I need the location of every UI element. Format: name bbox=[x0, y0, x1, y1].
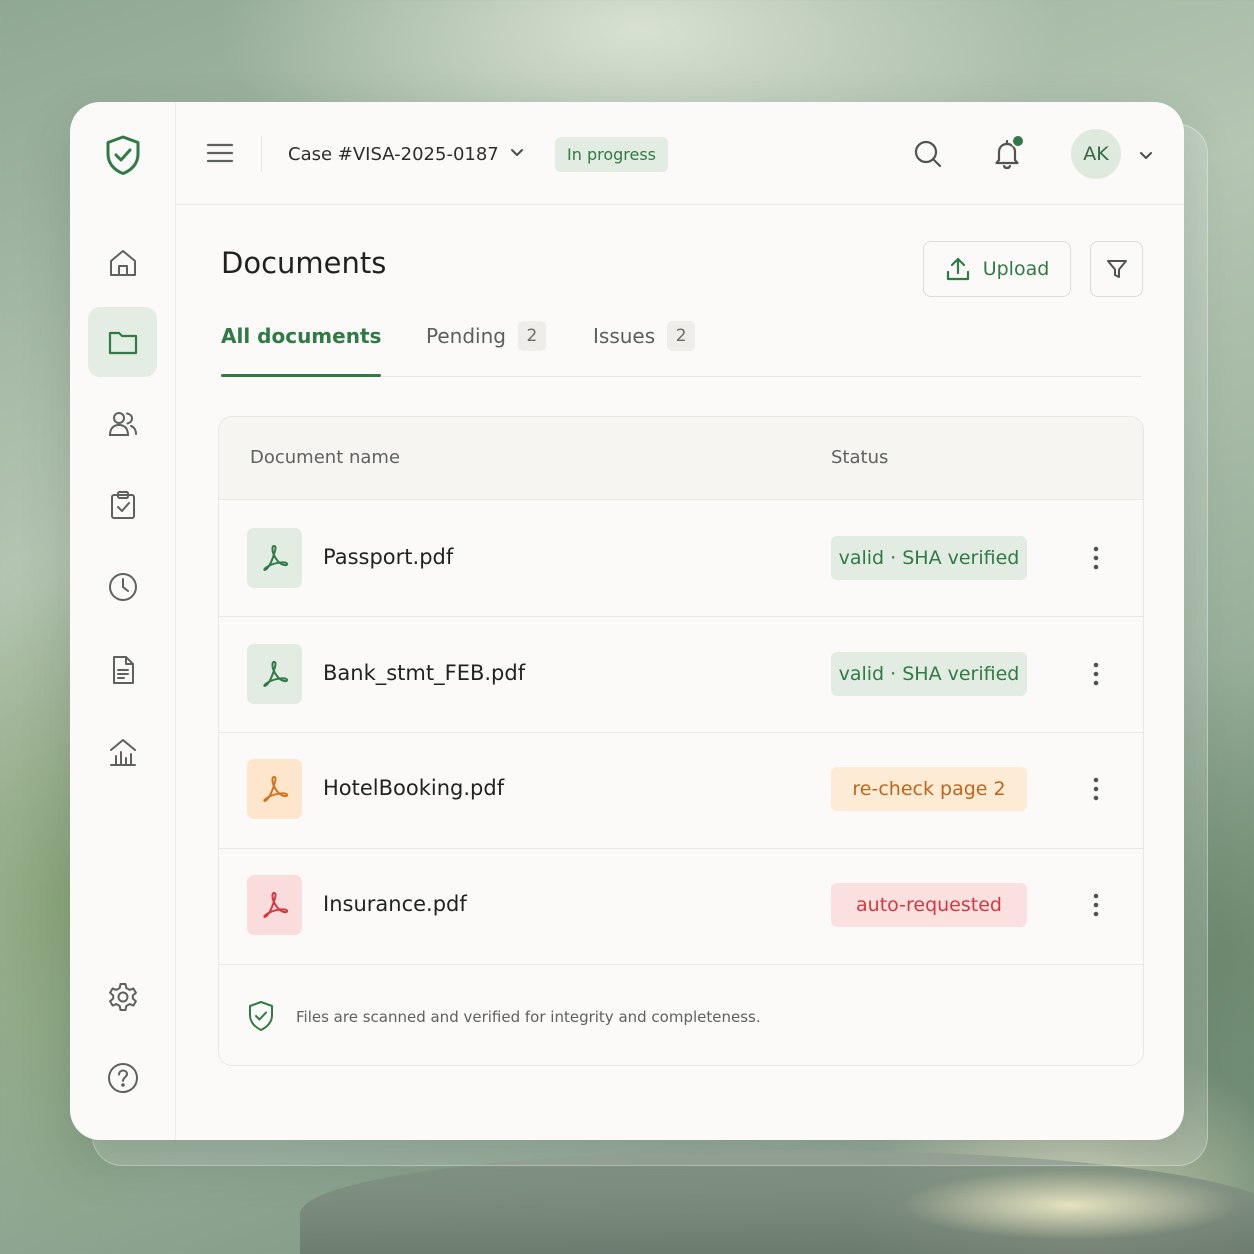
integrity-note: Files are scanned and verified for integ… bbox=[296, 1008, 761, 1026]
table-row[interactable]: Insurance.pdf auto-requested bbox=[219, 848, 1143, 965]
document-name[interactable]: Bank_stmt_FEB.pdf bbox=[323, 661, 525, 685]
chevron-down-icon bbox=[509, 144, 525, 165]
account-menu-button[interactable] bbox=[1137, 146, 1155, 164]
users-icon bbox=[107, 408, 139, 440]
tab-count-badge: 2 bbox=[667, 321, 696, 351]
pdf-file-icon bbox=[247, 759, 302, 819]
upload-icon bbox=[945, 256, 971, 282]
divider bbox=[261, 136, 262, 172]
document-tabs: All documents Pending 2 Issues 2 bbox=[221, 314, 1141, 377]
menu-button[interactable] bbox=[205, 138, 235, 168]
tab-count-badge: 2 bbox=[517, 321, 546, 351]
status-badge: auto-requested bbox=[831, 883, 1027, 927]
more-vertical-icon bbox=[1093, 546, 1099, 570]
sidebar-item-reports[interactable] bbox=[88, 635, 157, 705]
case-label: Case #VISA-2025-0187 bbox=[288, 143, 499, 165]
document-name[interactable]: Passport.pdf bbox=[323, 545, 453, 569]
pdf-file-icon bbox=[247, 644, 302, 704]
row-actions-button[interactable] bbox=[1085, 775, 1107, 803]
sidebar-item-tasks[interactable] bbox=[88, 470, 157, 540]
case-status-badge: In progress bbox=[555, 137, 669, 172]
more-vertical-icon bbox=[1093, 893, 1099, 917]
chart-house-icon bbox=[107, 736, 139, 768]
table-header: Document name Status bbox=[219, 417, 1143, 500]
table-footer: Files are scanned and verified for integ… bbox=[219, 964, 1143, 1064]
sidebar-item-settings[interactable] bbox=[88, 962, 157, 1032]
folder-icon bbox=[107, 326, 139, 358]
row-actions-button[interactable] bbox=[1085, 544, 1107, 572]
avatar[interactable]: AK bbox=[1071, 129, 1121, 179]
search-button[interactable] bbox=[912, 138, 944, 170]
documents-table: Document name Status Passport.pdf valid … bbox=[218, 416, 1144, 1066]
document-name[interactable]: HotelBooking.pdf bbox=[323, 776, 504, 800]
row-actions-button[interactable] bbox=[1085, 891, 1107, 919]
status-badge: valid · SHA verified bbox=[831, 652, 1027, 696]
background-light bbox=[900, 1170, 1240, 1240]
table-row[interactable]: Bank_stmt_FEB.pdf valid · SHA verified bbox=[219, 616, 1143, 733]
more-vertical-icon bbox=[1093, 662, 1099, 686]
upload-button[interactable]: Upload bbox=[923, 241, 1071, 297]
tab-issues[interactable]: Issues 2 bbox=[593, 321, 696, 376]
document-name[interactable]: Insurance.pdf bbox=[323, 892, 467, 916]
column-header-status: Status bbox=[831, 447, 889, 468]
sidebar bbox=[70, 102, 176, 1140]
pdf-file-icon bbox=[247, 528, 302, 588]
file-text-icon bbox=[107, 654, 139, 686]
column-header-name: Document name bbox=[250, 447, 401, 468]
sidebar-item-help[interactable] bbox=[88, 1043, 157, 1113]
notification-dot bbox=[1011, 134, 1025, 148]
table-row[interactable]: HotelBooking.pdf re-check page 2 bbox=[219, 732, 1143, 849]
sidebar-item-analytics[interactable] bbox=[88, 717, 157, 787]
page-title: Documents bbox=[221, 246, 387, 280]
hamburger-icon bbox=[205, 143, 235, 172]
shield-check-icon bbox=[247, 1000, 275, 1032]
tab-label: Issues bbox=[593, 324, 656, 348]
sidebar-item-people[interactable] bbox=[88, 389, 157, 459]
tab-all-documents[interactable]: All documents bbox=[221, 324, 382, 377]
help-icon bbox=[107, 1062, 139, 1094]
filter-button[interactable] bbox=[1090, 241, 1143, 297]
sidebar-item-documents[interactable] bbox=[88, 307, 157, 377]
pdf-file-icon bbox=[247, 875, 302, 935]
shield-logo-icon bbox=[104, 134, 142, 176]
top-bar: Case #VISA-2025-0187 In progress AK bbox=[175, 102, 1184, 205]
app-window: Case #VISA-2025-0187 In progress AK Docu… bbox=[70, 102, 1184, 1140]
chevron-down-icon bbox=[1137, 149, 1155, 168]
table-row[interactable]: Passport.pdf valid · SHA verified bbox=[219, 500, 1143, 617]
home-icon bbox=[107, 247, 139, 279]
gear-icon bbox=[107, 981, 139, 1013]
upload-label: Upload bbox=[982, 258, 1050, 280]
clipboard-check-icon bbox=[107, 489, 139, 521]
status-badge: re-check page 2 bbox=[831, 767, 1027, 811]
clock-icon bbox=[107, 571, 139, 603]
filter-icon bbox=[1105, 257, 1129, 281]
tab-pending[interactable]: Pending 2 bbox=[426, 321, 546, 376]
notifications-button[interactable] bbox=[991, 134, 1025, 170]
tab-label: All documents bbox=[221, 324, 382, 348]
search-icon bbox=[912, 138, 944, 170]
tab-label: Pending bbox=[426, 324, 506, 348]
case-selector[interactable]: Case #VISA-2025-0187 bbox=[288, 140, 525, 168]
status-badge: valid · SHA verified bbox=[831, 536, 1027, 580]
sidebar-item-history[interactable] bbox=[88, 552, 157, 622]
sidebar-item-home[interactable] bbox=[88, 228, 157, 298]
more-vertical-icon bbox=[1093, 777, 1099, 801]
row-actions-button[interactable] bbox=[1085, 660, 1107, 688]
